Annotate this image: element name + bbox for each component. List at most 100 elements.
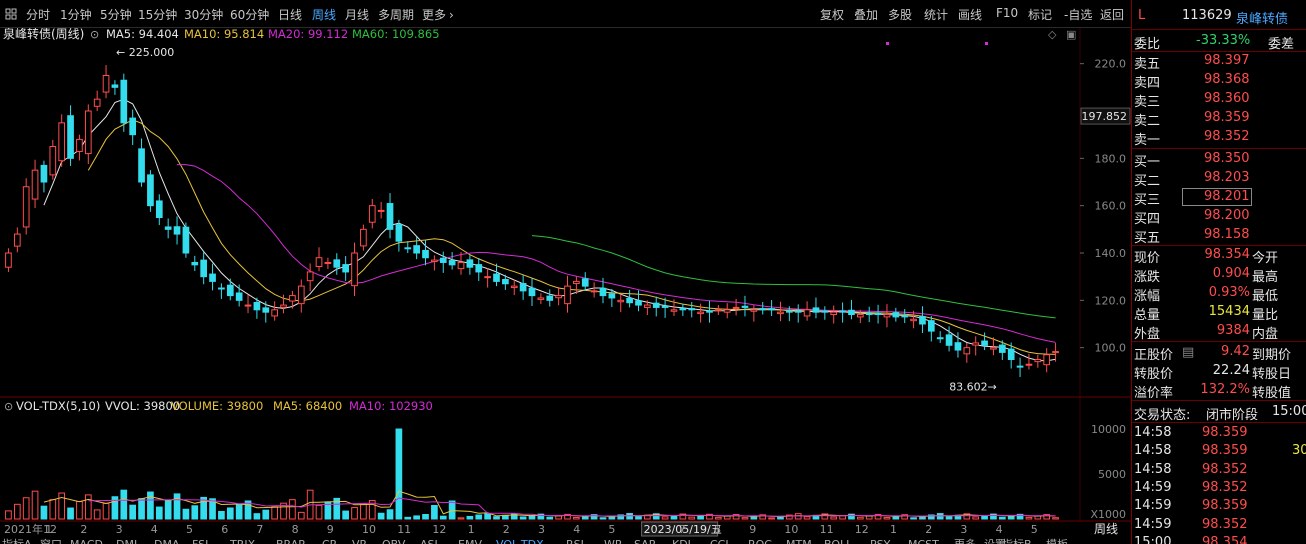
volume-bar[interactable] bbox=[138, 498, 145, 520]
volume-bar[interactable] bbox=[360, 503, 367, 520]
candle-body[interactable] bbox=[404, 247, 412, 250]
indicator-tab-23[interactable]: MCST bbox=[908, 538, 939, 544]
candle-body[interactable] bbox=[280, 304, 287, 308]
candle-body[interactable] bbox=[431, 259, 438, 263]
candle-body[interactable] bbox=[901, 315, 909, 318]
indicator-tab-0[interactable]: 指标A bbox=[2, 537, 32, 544]
toolbar-action-0[interactable]: 复权 bbox=[820, 6, 844, 23]
info-icon[interactable]: ▤ bbox=[1182, 345, 1194, 360]
candle-body[interactable] bbox=[111, 84, 119, 88]
volume-bar[interactable] bbox=[386, 509, 394, 520]
template-tab[interactable]: 模板 bbox=[1046, 537, 1068, 544]
candle-body[interactable] bbox=[360, 228, 367, 247]
volume-bar[interactable] bbox=[226, 507, 234, 520]
toolbar-tab-8[interactable]: 月线 bbox=[345, 6, 369, 23]
volume-bar[interactable] bbox=[484, 513, 491, 520]
indicator-tab-19[interactable]: ROC bbox=[748, 538, 772, 544]
toolbar-action-1[interactable]: 叠加 bbox=[854, 6, 878, 23]
grid-icon[interactable] bbox=[5, 8, 17, 20]
toolbar-tab-7[interactable]: 周线 bbox=[312, 6, 336, 23]
candle-body[interactable] bbox=[839, 310, 846, 313]
candle-body[interactable] bbox=[608, 293, 616, 299]
volume-bar[interactable] bbox=[191, 505, 199, 520]
candle-body[interactable] bbox=[289, 295, 296, 302]
indicator-tab-22[interactable]: PSY bbox=[870, 538, 891, 544]
candle-body[interactable] bbox=[191, 261, 199, 266]
candle-body[interactable] bbox=[422, 249, 429, 259]
candle-body[interactable] bbox=[555, 295, 562, 299]
candle-body[interactable] bbox=[502, 279, 509, 285]
volume-bar[interactable] bbox=[519, 516, 527, 520]
candle-body[interactable] bbox=[856, 314, 864, 318]
volume-bar[interactable] bbox=[439, 515, 447, 520]
volume-bar[interactable] bbox=[413, 515, 420, 520]
candle-body[interactable] bbox=[13, 233, 21, 247]
volume-bar[interactable] bbox=[93, 509, 101, 520]
candle-body[interactable] bbox=[484, 276, 491, 279]
volume-bar[interactable] bbox=[155, 506, 163, 520]
volume-bar[interactable] bbox=[573, 516, 580, 520]
candle-body[interactable] bbox=[626, 297, 633, 304]
volume-bar[interactable] bbox=[173, 493, 181, 520]
indicator-tab-20[interactable]: MTM bbox=[786, 538, 812, 544]
indicator-tab-16[interactable]: SAR bbox=[634, 538, 657, 544]
volume-bar[interactable] bbox=[945, 516, 953, 520]
candle-body[interactable] bbox=[297, 285, 305, 305]
candle-body[interactable] bbox=[715, 309, 722, 312]
candle-body[interactable] bbox=[803, 309, 811, 317]
volume-bar[interactable] bbox=[715, 516, 722, 520]
candle-body[interactable] bbox=[945, 334, 953, 346]
candle-body[interactable] bbox=[448, 260, 456, 266]
volume-bar[interactable] bbox=[58, 492, 66, 520]
volume-bar[interactable] bbox=[448, 500, 456, 520]
toolbar-action-8[interactable]: 返回 bbox=[1100, 6, 1124, 23]
candle-body[interactable] bbox=[998, 344, 1006, 353]
indicator-tab-15[interactable]: WR bbox=[604, 538, 623, 544]
chevron-down-icon[interactable]: ⊙ bbox=[90, 28, 99, 41]
volume-bar[interactable] bbox=[182, 508, 190, 520]
indicator-tab-13[interactable]: VOL-TDX bbox=[496, 538, 544, 544]
volume-bar[interactable] bbox=[741, 517, 749, 520]
candle-body[interactable] bbox=[510, 285, 518, 289]
volume-bar[interactable] bbox=[972, 516, 980, 520]
candle-body[interactable] bbox=[537, 297, 545, 300]
indicator-tab-3[interactable]: DMI bbox=[116, 538, 137, 544]
candle-body[interactable] bbox=[910, 318, 917, 322]
indicator-b-tab[interactable]: 指标B bbox=[1002, 537, 1032, 544]
candle-body[interactable] bbox=[768, 308, 775, 311]
candle-body[interactable] bbox=[786, 310, 793, 313]
toolbar-tab-1[interactable]: 1分钟 bbox=[60, 6, 92, 23]
indicator-tab-7[interactable]: BRAR bbox=[276, 538, 306, 544]
volume-bar[interactable] bbox=[688, 516, 696, 520]
candle-body[interactable] bbox=[67, 115, 74, 159]
volume-bar[interactable] bbox=[910, 517, 917, 520]
candle-body[interactable] bbox=[1016, 365, 1024, 368]
indicator-tab-2[interactable]: MACD bbox=[70, 538, 103, 544]
volume-bar[interactable] bbox=[635, 516, 642, 520]
candle-body[interactable] bbox=[954, 342, 962, 351]
sell-level-price[interactable]: 98.352 bbox=[1204, 129, 1250, 144]
indicator-tab-10[interactable]: OBV bbox=[382, 538, 406, 544]
volume-bar[interactable] bbox=[76, 500, 83, 520]
candle-body[interactable] bbox=[990, 347, 997, 350]
toolbar-action-6[interactable]: 标记 bbox=[1028, 6, 1052, 23]
candle-body[interactable] bbox=[129, 117, 137, 136]
candle-body[interactable] bbox=[883, 314, 891, 318]
sell-level-price[interactable]: 98.359 bbox=[1204, 110, 1250, 125]
buy-level-price[interactable]: 98.350 bbox=[1204, 151, 1250, 166]
candle-body[interactable] bbox=[972, 342, 980, 346]
candle-body[interactable] bbox=[706, 310, 713, 313]
candle-body[interactable] bbox=[590, 290, 598, 293]
candle-body[interactable] bbox=[679, 308, 687, 311]
indicator-tab-11[interactable]: ASI bbox=[420, 538, 438, 544]
candle-body[interactable] bbox=[333, 259, 341, 268]
candle-body[interactable] bbox=[723, 309, 731, 313]
candle-body[interactable] bbox=[927, 320, 935, 332]
volume-bar[interactable] bbox=[395, 428, 403, 520]
candle-body[interactable] bbox=[49, 146, 57, 176]
candle-body[interactable] bbox=[573, 280, 580, 285]
indicator-tab-24[interactable]: 更多 bbox=[954, 537, 976, 544]
candle-body[interactable] bbox=[457, 261, 465, 270]
candle-body[interactable] bbox=[102, 75, 110, 93]
candle-body[interactable] bbox=[395, 224, 403, 242]
